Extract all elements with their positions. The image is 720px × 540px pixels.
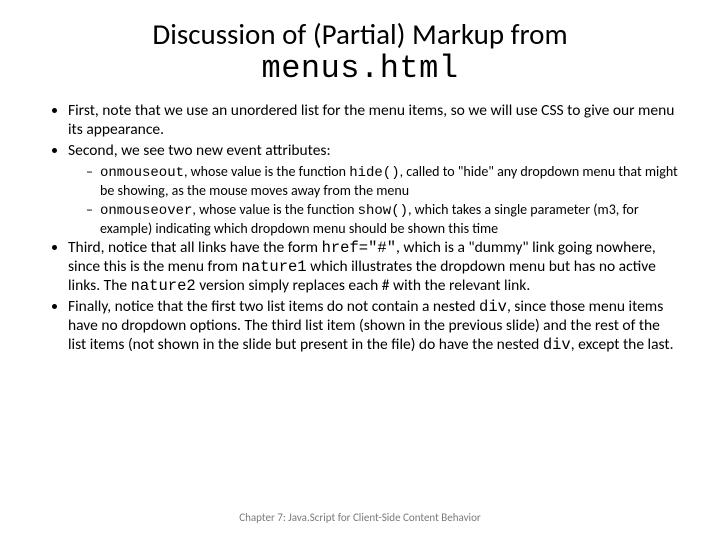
- code-hide: hide(): [349, 165, 399, 181]
- code-onmouseover: onmouseover: [100, 203, 192, 219]
- b3-pre: Third, notice that all links have the fo…: [68, 238, 322, 257]
- code-show: show(): [358, 203, 408, 219]
- b3-rest: version simply replaces each # with the …: [196, 276, 531, 295]
- code-href: href="#": [322, 239, 396, 257]
- title-line-1: Discussion of (Partial) Markup from: [152, 16, 567, 52]
- b4-pre: Finally, notice that the first two list …: [68, 297, 479, 316]
- code-nature2: nature2: [131, 277, 196, 295]
- sub-2b-mid: , whose value is the function: [192, 201, 357, 218]
- footer-text: Chapter 7: Java.Script for Client-Side C…: [0, 511, 720, 524]
- sub-2a-mid: , whose value is the function: [184, 163, 349, 180]
- bullet-2-text: Second, we see two new event attributes:: [68, 141, 331, 160]
- bullet-3: Third, notice that all links have the fo…: [68, 239, 678, 296]
- bullet-2: Second, we see two new event attributes:…: [68, 142, 678, 237]
- bullet-1: First, note that we use an unordered lis…: [68, 102, 678, 140]
- code-div1: div: [479, 298, 507, 316]
- code-nature1: nature1: [242, 258, 307, 276]
- slide-title: Discussion of (Partial) Markup from menu…: [42, 18, 678, 88]
- sub-bullet-2a: onmouseout, whose value is the function …: [86, 163, 678, 199]
- b4-rest: , except the last.: [571, 335, 674, 354]
- code-onmouseout: onmouseout: [100, 165, 184, 181]
- title-code: menus.html: [261, 50, 458, 87]
- bullet-1-text: First, note that we use an unordered lis…: [68, 101, 674, 139]
- code-div2: div: [543, 336, 571, 354]
- sub-bullet-list: onmouseout, whose value is the function …: [68, 163, 678, 237]
- bullet-list: First, note that we use an unordered lis…: [42, 102, 678, 354]
- bullet-4: Finally, notice that the first two list …: [68, 298, 678, 355]
- sub-bullet-2b: onmouseover, whose value is the function…: [86, 201, 678, 237]
